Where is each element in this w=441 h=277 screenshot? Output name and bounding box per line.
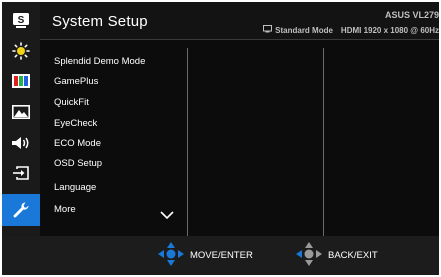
sidebar-item-system-setup[interactable] — [2, 194, 40, 226]
menu-item-osd-setup[interactable]: OSD Setup — [54, 154, 184, 174]
brightness-sun-icon — [12, 42, 30, 60]
menu-item-eco-mode[interactable]: ECO Mode — [54, 134, 184, 154]
move-enter-hint: MOVE/ENTER — [156, 236, 253, 275]
back-exit-label: BACK/EXIT — [328, 250, 378, 261]
page-title: System Setup — [52, 13, 148, 30]
speaker-volume-icon — [11, 136, 31, 150]
menu-item-splendid-demo-mode[interactable]: Splendid Demo Mode — [54, 52, 184, 72]
sidebar-item-input[interactable] — [2, 158, 40, 188]
sidebar-item-brightness[interactable] — [2, 36, 40, 66]
picture-mode-text: Standard Mode — [275, 25, 333, 35]
category-sidebar: S — [2, 2, 40, 236]
color-bars-icon — [12, 74, 30, 88]
osd-footer: MOVE/ENTER BACK/EXIT — [2, 236, 439, 275]
osd-header: System Setup ASUS VL279 Standard Mode HD… — [40, 2, 439, 40]
sidebar-item-color[interactable] — [2, 66, 40, 96]
monitor-icon — [263, 25, 273, 35]
osd-window: S System Setup ASUS VL279 Standard Mode … — [2, 2, 439, 275]
input-source-icon — [12, 165, 30, 181]
sidebar-item-sound[interactable] — [2, 128, 40, 158]
chevron-down-icon — [160, 206, 174, 224]
sidebar-item-splendid[interactable]: S — [2, 5, 40, 35]
back-navigation-icon — [294, 241, 328, 270]
column-divider — [323, 48, 324, 236]
column-divider — [187, 48, 188, 236]
menu-item-language[interactable]: Language — [54, 178, 184, 198]
menu-item-gameplus[interactable]: GamePlus — [54, 72, 184, 92]
input-signal-text: HDMI 1920 x 1080 @ 60Hz — [340, 25, 439, 35]
status-line: Standard Mode HDMI 1920 x 1080 @ 60Hz — [263, 25, 439, 35]
back-exit-hint: BACK/EXIT — [294, 236, 378, 275]
settings-menu: Splendid Demo Mode GamePlus QuickFit Eye… — [40, 40, 439, 236]
picture-landscape-icon — [12, 105, 30, 119]
s-logo-icon: S — [12, 12, 30, 28]
s-logo-letter: S — [18, 15, 25, 26]
model-name: ASUS VL279 — [384, 10, 439, 20]
sidebar-item-image[interactable] — [2, 97, 40, 127]
menu-item-quickfit[interactable]: QuickFit — [54, 93, 184, 113]
move-enter-label: MOVE/ENTER — [190, 250, 253, 261]
five-way-navigation-icon — [156, 241, 190, 270]
wrench-icon — [12, 201, 30, 219]
menu-item-eyecheck[interactable]: EyeCheck — [54, 114, 184, 134]
